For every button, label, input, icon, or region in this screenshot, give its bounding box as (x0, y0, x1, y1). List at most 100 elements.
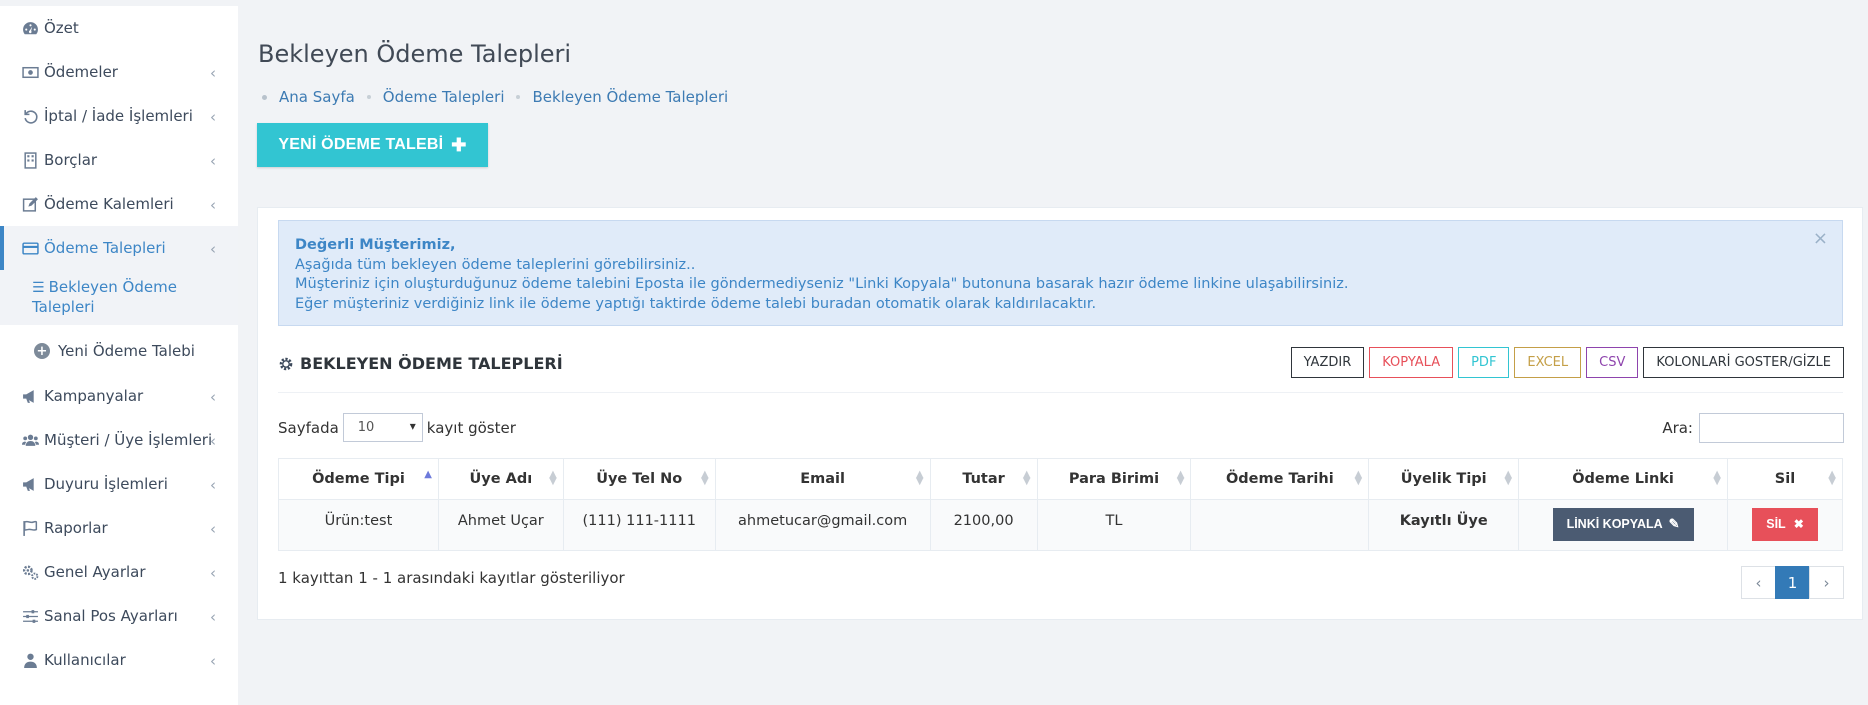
column-header-label: Tutar (962, 471, 1005, 487)
new-payment-request-button[interactable]: YENİ ÖDEME TALEBİ ✚ (257, 123, 488, 167)
sidebar-item-genel-ayarlar[interactable]: Genel Ayarlar ‹ (0, 550, 238, 594)
bullet-icon (262, 94, 267, 100)
sidebar-item-label: İptal / İade İşlemleri (44, 107, 193, 125)
cell-email: ahmetucar@gmail.com (714, 499, 931, 551)
column-header-uye-adi[interactable]: Üye Adı ▲ ▼ (437, 458, 564, 500)
sort-icon: ▲ ▼ (1176, 469, 1185, 487)
search-input[interactable] (1699, 413, 1844, 443)
sort-icon: ▲ ▼ (1022, 469, 1031, 487)
sidebar-item-label: Kampanyalar (44, 387, 144, 405)
column-header-tutar[interactable]: Tutar ▲ ▼ (929, 458, 1038, 500)
pagination-prev[interactable]: ‹ (1741, 566, 1776, 599)
page-title: Bekleyen Ödeme Talepleri (258, 40, 572, 68)
credit-card-icon (20, 238, 40, 258)
column-header-odeme-tarihi[interactable]: Ödeme Tarihi ▲ ▼ (1190, 458, 1370, 500)
new-payment-request-label: YENİ ÖDEME TALEBİ (278, 136, 444, 153)
cell-odeme-tipi: Ürün:test (278, 499, 439, 551)
delete-button[interactable]: SİL ✖ (1752, 507, 1818, 541)
csv-button[interactable]: CSV (1586, 347, 1639, 378)
sidebar-item-borclar[interactable]: Borçlar ‹ (0, 138, 238, 182)
sidebar-item-musteri-uye[interactable]: Müşteri / Üye İşlemleri ‹ (0, 418, 238, 462)
chevron-left-icon: ‹ (210, 564, 216, 582)
column-header-para-birimi[interactable]: Para Birimi ▲ ▼ (1036, 458, 1192, 500)
print-button[interactable]: YAZDIR (1290, 347, 1365, 378)
alert-heading: Değerli Müşterimiz, (295, 237, 456, 253)
sidebar-item-label: Müşteri / Üye İşlemleri (44, 431, 213, 449)
copy-link-button[interactable]: LİNKİ KOPYALA ✎ (1552, 507, 1694, 541)
column-header-label: Üye Tel No (596, 471, 683, 487)
gear-icon (279, 357, 293, 370)
column-header-label: Sil (1774, 471, 1796, 487)
breadcrumb: Ana Sayfa Ödeme Talepleri Bekleyen Ödeme… (262, 88, 728, 106)
undo-icon (20, 106, 40, 126)
sidebar-item-label: Duyuru İşlemleri (44, 475, 168, 493)
sidebar-item-odeme-talepleri[interactable]: Ödeme Talepleri ‹ (0, 226, 238, 270)
chevron-left-icon: ‹ (210, 388, 216, 406)
bullhorn-icon (20, 386, 40, 406)
table-info: 1 kayıttan 1 - 1 arasındaki kayıtlar gös… (278, 569, 625, 587)
money-icon (20, 62, 40, 82)
column-header-odeme-linki[interactable]: Ödeme Linki ▲ ▼ (1518, 458, 1728, 500)
sidebar-item-odeme-kalemleri[interactable]: Ödeme Kalemleri ‹ (0, 182, 238, 226)
sidebar-subitem-yeni[interactable]: + Yeni Ödeme Talebi (0, 331, 238, 371)
sidebar-item-label: Özet (44, 19, 79, 37)
sidebar-subitem-label: Yeni Ödeme Talebi (58, 342, 195, 360)
pagination-next[interactable]: › (1809, 566, 1844, 599)
dashboard-icon (20, 18, 40, 38)
sidebar-item-iptal-iade[interactable]: İptal / İade İşlemleri ‹ (0, 94, 238, 138)
page-length-prefix: Sayfada (278, 418, 339, 437)
export-toolbar: YAZDIR KOPYALA PDF EXCEL CSV KOLONLARİ G… (1290, 347, 1844, 378)
page-length: Sayfada 10 kayıt göster (278, 413, 516, 442)
sort-icon: ▲ ▼ (915, 469, 924, 487)
pagination: ‹ 1 › (1741, 566, 1844, 599)
payment-requests-table: Ödeme Tipi ▲ Üye Adı ▲ ▼ Üye Tel No ▲ ▼ Email… (278, 458, 1843, 551)
delete-label: SİL (1766, 517, 1786, 531)
column-header-email[interactable]: Email ▲ ▼ (714, 458, 931, 500)
chevron-left-icon: ‹ (210, 476, 216, 494)
pagination-page[interactable]: 1 (1775, 566, 1810, 599)
chevron-left-icon: ‹ (210, 520, 216, 538)
sort-icon: ▲ ▼ (1713, 469, 1721, 487)
sidebar-item-duyuru[interactable]: Duyuru İşlemleri ‹ (0, 462, 238, 506)
breadcrumb-item-home[interactable]: Ana Sayfa (279, 88, 355, 106)
chevron-left-icon: ‹ (210, 652, 216, 670)
close-icon[interactable]: × (1813, 229, 1828, 249)
sidebar: Özet Ödemeler ‹ İptal / İade İşlemleri ‹… (0, 6, 238, 705)
edit-icon (20, 194, 40, 214)
sort-icon: ▲ ▼ (549, 469, 557, 487)
sidebar-subitem-bekleyen[interactable]: ☰ Bekleyen Ödeme Talepleri (0, 270, 238, 325)
sidebar-item-raporlar[interactable]: Raporlar ‹ (0, 506, 238, 550)
column-header-sil[interactable]: Sil ▲ ▼ (1727, 458, 1843, 500)
column-header-label: Ödeme Linki (1572, 471, 1674, 487)
column-visibility-button[interactable]: KOLONLARİ GOSTER/GİZLE (1643, 347, 1844, 378)
edit-icon: ✎ (1668, 516, 1680, 531)
search-label: Ara: (1662, 419, 1693, 437)
times-icon: ✖ (1793, 517, 1804, 531)
column-header-uye-tel[interactable]: Üye Tel No ▲ ▼ (562, 458, 716, 500)
chevron-left-icon: ‹ (210, 64, 216, 82)
page-length-value: 10 (357, 420, 375, 435)
sidebar-item-kullanicilar[interactable]: Kullanıcılar ‹ (0, 638, 238, 682)
sort-icon: ▲ ▼ (1504, 469, 1513, 487)
sidebar-item-odemeler[interactable]: Ödemeler ‹ (0, 50, 238, 94)
sidebar-item-label: Ödeme Talepleri (44, 239, 166, 257)
sidebar-item-sanal-pos[interactable]: Sanal Pos Ayarları ‹ (0, 594, 238, 638)
excel-button[interactable]: EXCEL (1514, 347, 1582, 378)
cell-para-birimi: TL (1036, 499, 1192, 551)
cell-uyelik-tipi: Kayıtlı Üye (1368, 499, 1520, 551)
sort-icon: ▲ ▼ (1828, 469, 1836, 487)
cell-odeme-tarihi (1190, 499, 1370, 551)
column-header-odeme-tipi[interactable]: Ödeme Tipi ▲ (278, 458, 439, 500)
chevron-left-icon: ‹ (210, 608, 216, 626)
copy-button[interactable]: KOPYALA (1369, 347, 1454, 378)
sidebar-item-label: Kullanıcılar (44, 651, 126, 669)
page-length-select[interactable]: 10 (342, 413, 423, 442)
pdf-button[interactable]: PDF (1458, 347, 1510, 378)
section-title-label: BEKLEYEN ÖDEME TALEPLERİ (300, 354, 563, 373)
sidebar-item-ozet[interactable]: Özet (0, 6, 238, 50)
sort-asc-icon: ▲ (424, 469, 432, 480)
breadcrumb-item-odeme-talepleri[interactable]: Ödeme Talepleri (383, 88, 505, 106)
sidebar-item-kampanyalar[interactable]: Kampanyalar ‹ (0, 374, 238, 418)
breadcrumb-item-current[interactable]: Bekleyen Ödeme Talepleri (532, 88, 728, 106)
column-header-uyelik-tipi[interactable]: Üyelik Tipi ▲ ▼ (1368, 458, 1520, 500)
